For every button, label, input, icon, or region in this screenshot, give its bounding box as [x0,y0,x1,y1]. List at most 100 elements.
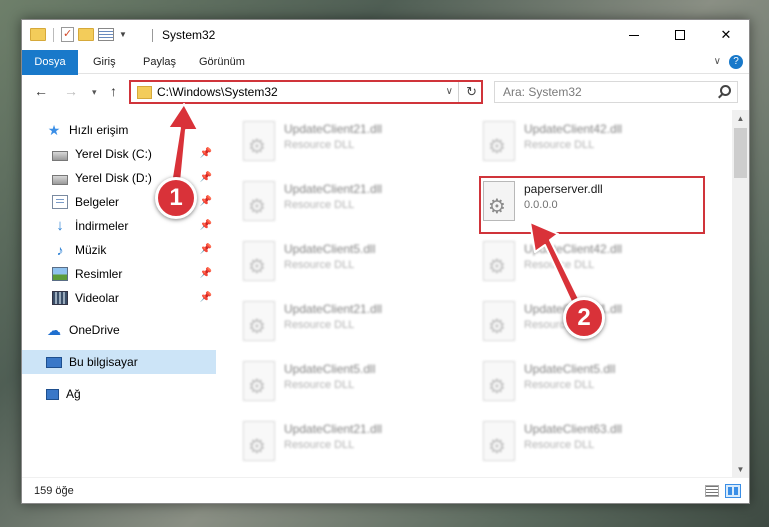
quick-access-toolbar: ▼ [30,27,127,42]
file-name: UpdateClient21.dll [284,182,383,196]
tab-home[interactable]: Giriş [93,50,116,74]
title-bar: ▼ System32 ✕ [22,20,749,50]
customize-toolbar-chevron-icon[interactable]: ▼ [119,30,127,39]
file-name: UpdateClient5.dll [284,362,376,376]
tab-share[interactable]: Paylaş [143,50,176,74]
file-description: Resource DLL [284,379,355,391]
sidebar-item-music[interactable]: ♪ Müzik 📌 [22,238,216,262]
dll-file-icon [483,241,515,281]
file-name: UpdateClient21.dll [284,302,383,316]
address-path[interactable]: C:\Windows\System32 [157,85,278,99]
search-icon[interactable] [720,85,731,96]
toolbar-divider [53,27,54,42]
close-button[interactable]: ✕ [703,20,749,50]
star-icon: ★ [47,122,61,138]
dll-file-icon [243,361,275,401]
pin-icon[interactable]: 📌 [200,148,212,159]
sidebar-item-onedrive[interactable]: ☁ OneDrive [22,318,216,342]
sidebar-item-pictures[interactable]: Resimler 📌 [22,262,216,286]
sidebar-item-label: Resimler [75,267,123,281]
music-icon: ♪ [56,242,64,258]
maximize-button[interactable] [657,20,703,50]
file-item[interactable]: UpdateClient21.dll Resource DLL [235,416,450,466]
sidebar-item-label: Müzik [75,243,107,257]
search-box[interactable] [494,81,738,103]
computer-icon [46,356,62,368]
back-arrow-icon[interactable]: ← [34,83,48,99]
forward-arrow-icon[interactable]: → [64,83,78,99]
sidebar-item-this-pc[interactable]: Bu bilgisayar [22,350,216,374]
file-item[interactable]: UpdateClient63.dll Resource DLL [475,416,690,466]
address-bar[interactable]: C:\Windows\System32 ∨ ↻ [129,80,483,104]
sidebar-item-label: Yerel Disk (C:) [75,147,152,161]
recent-locations-chevron-icon[interactable]: ▾ [92,87,97,98]
refresh-icon[interactable]: ↻ [466,84,477,100]
file-item[interactable]: UpdateClient21.dll Resource DLL [235,176,450,226]
file-item[interactable]: UpdateClient21.dll Resource DLL [235,116,450,166]
file-list: UpdateClient21.dll Resource DLL UpdateCl… [217,110,733,478]
file-item[interactable]: UpdateClient5.dll Resource DLL [235,356,450,406]
dll-file-icon [243,241,275,281]
minimize-button[interactable] [611,20,657,50]
navigation-pane: ★ Hızlı erişim Yerel Disk (C:) 📌 Yerel D… [22,110,216,478]
download-icon: ↓ [56,217,64,234]
pin-icon[interactable]: 📌 [200,292,212,303]
dll-file-icon [243,301,275,341]
details-view-icon[interactable] [705,485,719,497]
sidebar-item-downloads[interactable]: ↓ İndirmeler 📌 [22,214,216,238]
properties-check-icon[interactable] [61,27,74,42]
properties-icon[interactable] [98,28,114,41]
scroll-up-icon[interactable]: ▲ [732,110,749,127]
file-item[interactable]: UpdateClient21.dll Resource DLL [235,296,450,346]
maximize-icon [675,30,685,40]
file-name: UpdateClient21.dll [284,122,383,136]
dll-file-icon [483,301,515,341]
address-history-chevron-icon[interactable]: ∨ [446,86,453,97]
minimize-icon [629,34,639,36]
file-item[interactable]: UpdateClient42.dll Resource DLL [475,116,690,166]
disk-icon [52,150,68,161]
file-name: UpdateClient21.dll [284,422,383,436]
step-2-badge: 2 [563,297,605,339]
sidebar-item-label: Yerel Disk (D:) [75,171,152,185]
sidebar-item-network[interactable]: Ağ [22,382,216,406]
file-name: UpdateClient5.dll [284,242,376,256]
pin-icon[interactable]: 📌 [200,268,212,279]
file-description: Resource DLL [284,139,355,151]
tab-view[interactable]: Görünüm [199,50,245,74]
file-name: UpdateClient42.dll [524,242,623,256]
help-icon[interactable]: ? [729,55,743,69]
file-description: Resource DLL [284,259,355,271]
scroll-thumb[interactable] [734,128,747,178]
sidebar-item-quick-access[interactable]: ★ Hızlı erişim [22,118,216,142]
pin-icon[interactable]: 📌 [200,220,212,231]
expand-ribbon-chevron-icon[interactable]: ∨ [714,56,721,67]
file-description: Resource DLL [524,139,595,151]
pin-icon[interactable]: 📌 [200,172,212,183]
file-name: UpdateClient5.dll [524,362,616,376]
dll-file-icon [243,121,275,161]
search-input[interactable] [503,82,703,102]
vertical-scrollbar[interactable]: ▲ ▼ [732,110,749,478]
scroll-down-icon[interactable]: ▼ [732,461,749,478]
sidebar-item-videos[interactable]: Videolar 📌 [22,286,216,310]
file-name: UpdateClient63.dll [524,422,623,436]
navigation-bar: ← → ▾ ↑ C:\Windows\System32 ∨ ↻ [22,75,749,109]
sidebar-item-local-disk-c[interactable]: Yerel Disk (C:) 📌 [22,142,216,166]
address-divider [458,82,459,102]
file-item[interactable]: UpdateClient42.dll Resource DLL [475,236,690,286]
file-item[interactable]: UpdateClient5.dll Resource DLL [235,236,450,286]
folder-icon[interactable] [30,28,46,41]
item-count: 159 öğe [34,485,74,497]
file-item[interactable]: UpdateClient5.dll Resource DLL [475,356,690,406]
dll-file-icon [483,121,515,161]
tiles-view-icon[interactable] [725,484,741,498]
new-folder-icon[interactable] [78,28,94,41]
pin-icon[interactable]: 📌 [200,196,212,207]
up-arrow-icon[interactable]: ↑ [110,83,117,99]
ribbon-tabs: Dosya Giriş Paylaş Görünüm ∨ ? [22,50,749,100]
sidebar-item-label: Belgeler [75,195,120,209]
sidebar-item-label: Hızlı erişim [69,123,129,137]
sidebar-item-label: Bu bilgisayar [69,355,138,369]
pin-icon[interactable]: 📌 [200,244,212,255]
